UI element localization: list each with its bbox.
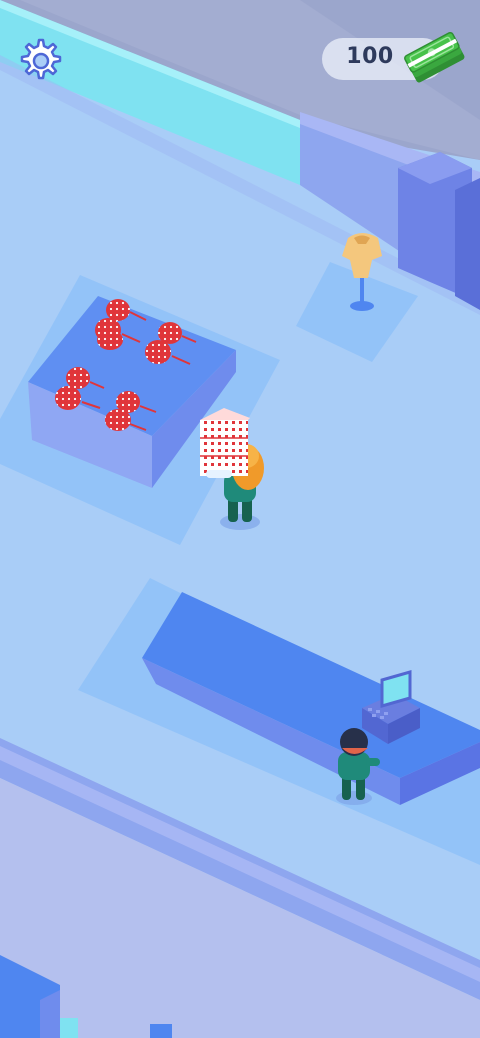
cash-stack-icon — [404, 32, 465, 83]
carried-product-stack — [200, 408, 250, 476]
money-counter: 100 — [322, 32, 470, 83]
settings-button[interactable] — [14, 34, 64, 84]
money-amount: 100 — [346, 44, 394, 69]
gear-icon — [20, 38, 62, 80]
game-scene[interactable] — [0, 0, 480, 1038]
